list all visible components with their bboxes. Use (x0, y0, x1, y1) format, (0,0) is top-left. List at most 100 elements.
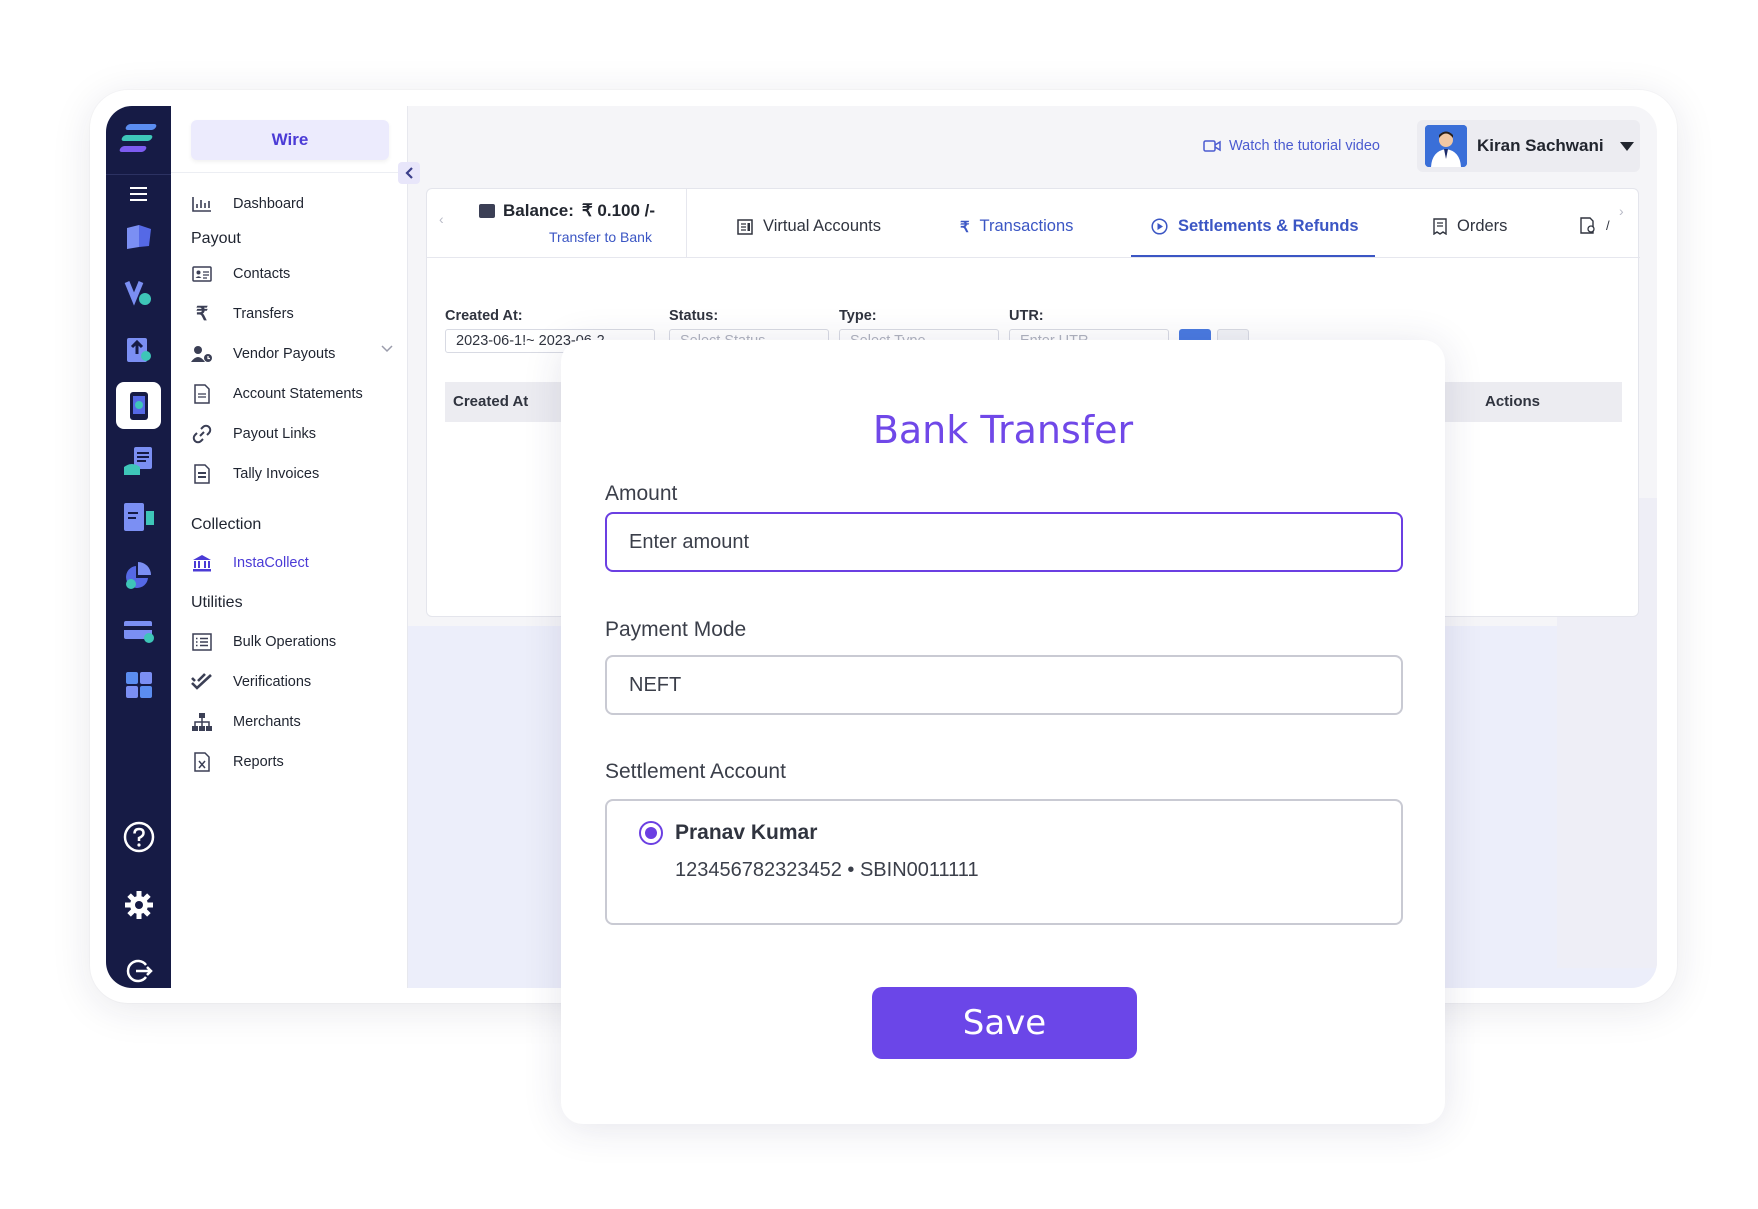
type-label: Type: (839, 308, 877, 324)
utr-label: UTR: (1009, 308, 1044, 324)
balance-amount: ₹ 0.100 /- (581, 201, 656, 220)
bill-module-icon[interactable] (120, 498, 158, 536)
rupee-icon: ₹ (960, 218, 970, 236)
collapse-sidebar-button[interactable] (398, 162, 420, 184)
sidebar-item-label: Tally Invoices (233, 466, 320, 482)
account-holder-name: Pranav Kumar (675, 821, 818, 844)
tab-virtual-accounts[interactable]: Virtual Accounts (737, 217, 881, 236)
amount-input[interactable] (605, 512, 1403, 572)
save-button[interactable]: Save (872, 987, 1137, 1059)
tab-transactions[interactable]: ₹ Transactions (960, 217, 1073, 236)
virtual-account-icon (737, 218, 753, 235)
document-icon (191, 383, 213, 405)
play-circle-icon (1151, 218, 1168, 235)
invoice-module-icon[interactable] (120, 442, 158, 480)
user-menu[interactable]: Kiran Sachwani (1417, 120, 1640, 172)
rail-divider (106, 174, 171, 175)
sidebar-item-merchants[interactable]: Merchants (191, 708, 301, 736)
sidebar-item-payout-links[interactable]: Payout Links (191, 420, 316, 448)
sidebar-item-label: Vendor Payouts (233, 346, 336, 362)
nav-section-collection: Collection (191, 516, 262, 533)
sidebar-item-label: Reports (233, 754, 284, 770)
menu-icon[interactable] (106, 184, 171, 204)
sidebar-item-label: Merchants (233, 714, 301, 730)
logo-icon (118, 124, 158, 154)
tab-settlements-refunds[interactable]: Settlements & Refunds (1151, 217, 1359, 236)
double-check-icon (191, 671, 213, 693)
sidebar-item-reports[interactable]: Reports (191, 748, 284, 776)
bar-chart-icon (191, 193, 213, 215)
logout-icon[interactable] (120, 952, 158, 988)
tab-label: Orders (1457, 217, 1508, 235)
rupee-icon: ₹ (195, 303, 209, 325)
account-radio[interactable] (639, 821, 663, 845)
product-name-pill: Wire (191, 120, 389, 160)
caret-down-icon[interactable] (1619, 141, 1634, 151)
verify-module-icon[interactable] (120, 274, 158, 312)
sidebar-item-label: Bulk Operations (233, 634, 337, 650)
modal-title: Bank Transfer (872, 408, 1134, 452)
nav-section-payout: Payout (191, 230, 241, 247)
balance-panel: Balance: ₹ 0.100 /- Transfer to Bank (427, 189, 687, 257)
settlement-account-label: Settlement Account (605, 760, 786, 783)
wire-module-icon[interactable] (116, 382, 161, 429)
sidebar-item-label: Account Statements (233, 386, 363, 402)
sidebar-item-label: InstaCollect (233, 555, 309, 571)
list-icon (191, 631, 213, 653)
balance-label: Balance: (503, 201, 574, 220)
settlement-account-option[interactable]: Pranav Kumar 123456782323452 • SBIN00111… (605, 799, 1403, 925)
sidebar-item-vendor-payouts[interactable]: Vendor Payouts (191, 340, 335, 368)
user-name: Kiran Sachwani (1477, 136, 1604, 155)
tab-truncated[interactable]: / (1580, 217, 1610, 234)
settings-gear-icon[interactable] (120, 886, 158, 924)
tab-orders[interactable]: Orders (1433, 217, 1507, 236)
payment-mode-label: Payment Mode (605, 618, 747, 641)
created-at-label: Created At: (445, 308, 523, 324)
sidebar-item-verifications[interactable]: Verifications (191, 668, 311, 696)
chevron-down-icon[interactable] (381, 342, 393, 354)
invoice-icon (191, 463, 213, 485)
wallet-module-icon[interactable] (120, 218, 158, 256)
sidebar-item-dashboard[interactable]: Dashboard (191, 190, 304, 218)
tab-label: Transactions (979, 217, 1074, 235)
video-camera-icon (1203, 140, 1221, 152)
sidebar-item-label: Dashboard (233, 196, 304, 212)
sidebar-item-instacollect[interactable]: InstaCollect (191, 549, 309, 577)
sidebar-item-bulk-operations[interactable]: Bulk Operations (191, 628, 336, 656)
sidebar-item-contacts[interactable]: Contacts (191, 260, 290, 288)
org-chart-icon (191, 711, 213, 733)
upload-module-icon[interactable] (120, 330, 158, 368)
balance-line: Balance: ₹ 0.100 /- (479, 201, 655, 221)
sidebar-item-label: Contacts (233, 266, 291, 282)
link-icon (191, 423, 213, 445)
tab-label: Settlements & Refunds (1178, 217, 1359, 235)
help-icon[interactable] (120, 818, 158, 856)
nav-divider (171, 172, 408, 173)
contact-card-icon (191, 263, 213, 285)
sidebar-item-label: Verifications (233, 674, 312, 690)
transfer-to-bank-link[interactable]: Transfer to Bank (549, 229, 652, 245)
amount-label: Amount (605, 482, 678, 505)
tabs-scroll-right-icon[interactable]: › (1619, 203, 1624, 219)
sidebar-item-label: Transfers (233, 306, 294, 322)
tab-label: Virtual Accounts (763, 217, 882, 235)
nav-section-utilities: Utilities (191, 594, 243, 611)
payment-mode-select[interactable]: NEFT (605, 655, 1403, 715)
card-module-icon[interactable] (120, 612, 158, 650)
excel-file-icon (191, 751, 213, 773)
account-details: 123456782323452 • SBIN0011111 (675, 859, 979, 881)
sidebar-item-transfers[interactable]: ₹ Transfers (191, 300, 294, 328)
sidebar-item-label: Payout Links (233, 426, 317, 442)
icon-rail (106, 106, 171, 988)
wallet-icon (479, 204, 495, 218)
sidebar-nav: Wire Dashboard Payout Contacts ₹ Transfe… (171, 106, 408, 988)
chevron-left-icon (405, 167, 413, 179)
sidebar-item-account-statements[interactable]: Account Statements (191, 380, 363, 408)
sidebar-item-tally-invoices[interactable]: Tally Invoices (191, 460, 319, 488)
apps-grid-icon[interactable] (120, 666, 158, 704)
status-label: Status: (669, 308, 719, 324)
receipt-icon (1433, 218, 1447, 235)
analytics-module-icon[interactable] (120, 556, 158, 594)
watch-tutorial-link[interactable]: Watch the tutorial video (1203, 138, 1380, 154)
tab-label: / (1606, 218, 1610, 233)
